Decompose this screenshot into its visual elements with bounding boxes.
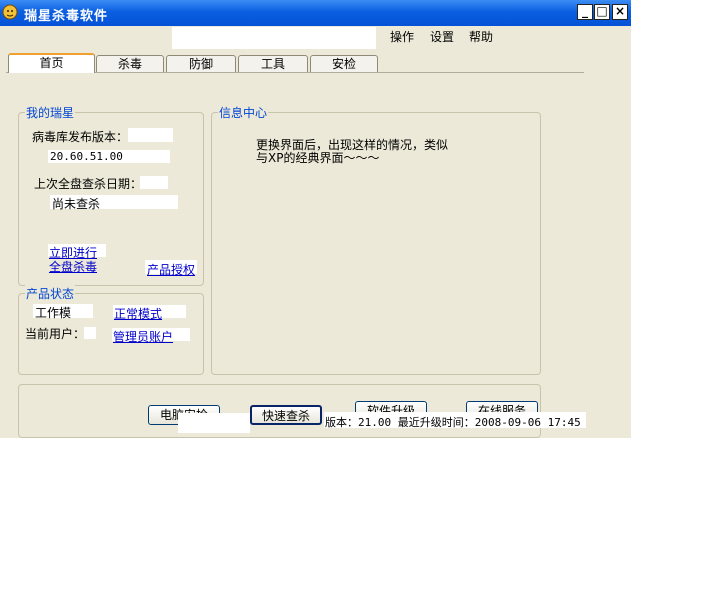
my-rising-title: 我的瑞星 (25, 104, 76, 121)
db-version-label: 病毒库发布版本： (32, 130, 129, 144)
blank-field (140, 176, 168, 189)
tab-tools[interactable]: 工具 (238, 55, 308, 72)
work-mode-link[interactable]: 正常模式 (114, 305, 162, 322)
last-scan-label: 上次全盘查杀日期： (34, 177, 143, 191)
blank-field (178, 413, 250, 433)
title-bar[interactable]: 瑞星杀毒软件 _ □ × (0, 0, 631, 26)
full-scan-link[interactable]: 全盘杀毒 (49, 258, 97, 275)
minimize-button[interactable]: _ (577, 4, 593, 20)
blank-field (84, 327, 96, 339)
last-scan-value: 尚未查杀 (52, 197, 101, 211)
tab-security-check[interactable]: 安检 (310, 55, 378, 72)
menu-settings[interactable]: 设置 (430, 28, 454, 45)
menu-operate[interactable]: 操作 (390, 28, 414, 45)
close-button[interactable]: × (612, 4, 628, 20)
tab-home[interactable]: 首页 (8, 53, 95, 73)
current-user-link[interactable]: 管理员账户 (113, 328, 173, 345)
main-window: 瑞星杀毒软件 _ □ × 操作 设置 帮助 首页 杀毒 防御 工具 安检 我的瑞… (0, 0, 631, 438)
blank-field (128, 128, 173, 142)
current-user-label: 当前用户： (25, 327, 86, 341)
menu-help[interactable]: 帮助 (469, 28, 493, 45)
tab-defense[interactable]: 防御 (166, 55, 236, 72)
info-center-title: 信息中心 (218, 104, 269, 121)
window-title: 瑞星杀毒软件 (24, 9, 109, 24)
lion-logo-icon (2, 4, 18, 20)
db-version-value: 20.60.51.00 (50, 150, 123, 163)
info-line-2: 与XP的经典界面～～～ (256, 151, 380, 165)
product-status-title: 产品状态 (25, 285, 76, 302)
maximize-button[interactable]: □ (594, 4, 610, 20)
license-link[interactable]: 产品授权 (147, 261, 195, 278)
quick-scan-button[interactable]: 快速查杀 (250, 405, 322, 425)
tab-scan[interactable]: 杀毒 (96, 55, 164, 72)
version-status-text: 版本：21.00 最近升级时间：2008-09-06 17:45 (325, 416, 581, 429)
work-mode-label: 工作模 (35, 306, 72, 320)
header-blank-area (172, 27, 376, 49)
